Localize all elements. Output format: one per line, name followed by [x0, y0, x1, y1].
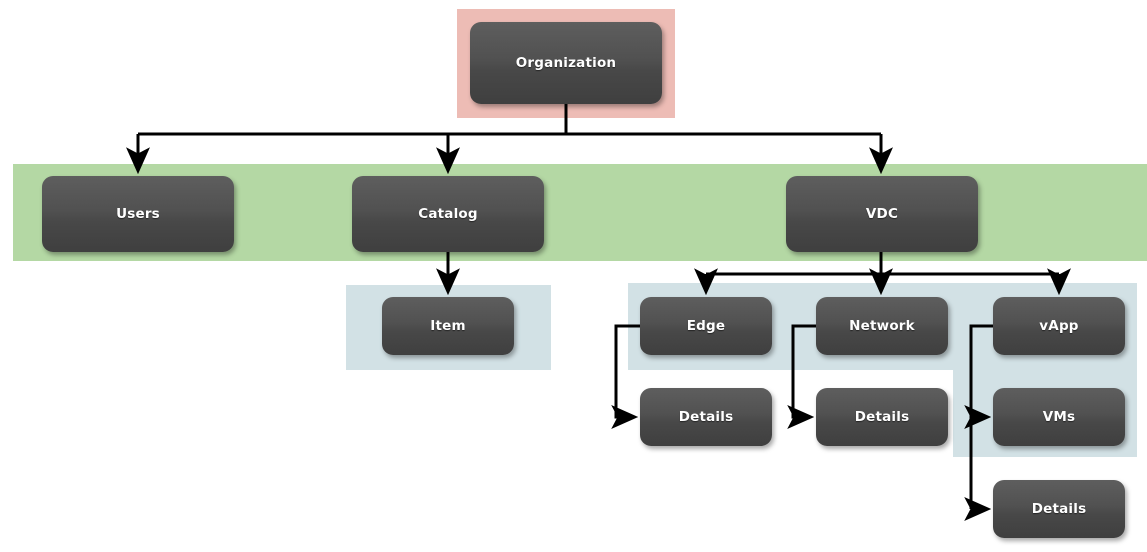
network-node[interactable]: Network	[816, 297, 948, 355]
vms-node-label: VMs	[1042, 409, 1076, 425]
users-node-label: Users	[116, 206, 160, 222]
vms-details-node-label: Details	[1031, 501, 1087, 517]
organization-node[interactable]: Organization	[470, 22, 662, 104]
item-node[interactable]: Item	[382, 297, 514, 355]
network-node-label: Network	[849, 318, 915, 334]
users-node[interactable]: Users	[42, 176, 234, 252]
network-details-node[interactable]: Details	[816, 388, 948, 446]
item-node-label: Item	[430, 318, 466, 334]
network-details-node-label: Details	[854, 409, 910, 425]
edge-details-node-label: Details	[678, 409, 734, 425]
edge-details-node[interactable]: Details	[640, 388, 772, 446]
organization-node-label: Organization	[515, 55, 617, 71]
organization-hierarchy-diagram: Organization Users Catalog VDC Item Edge…	[0, 0, 1147, 552]
catalog-node[interactable]: Catalog	[352, 176, 544, 252]
vms-details-node[interactable]: Details	[993, 480, 1125, 538]
catalog-node-label: Catalog	[418, 206, 478, 222]
vdc-node[interactable]: VDC	[786, 176, 978, 252]
vdc-node-label: VDC	[865, 206, 899, 222]
vms-node[interactable]: VMs	[993, 388, 1125, 446]
edge-node-label: Edge	[686, 318, 726, 334]
vapp-node-label: vApp	[1039, 318, 1079, 334]
edge-node[interactable]: Edge	[640, 297, 772, 355]
vapp-node[interactable]: vApp	[993, 297, 1125, 355]
